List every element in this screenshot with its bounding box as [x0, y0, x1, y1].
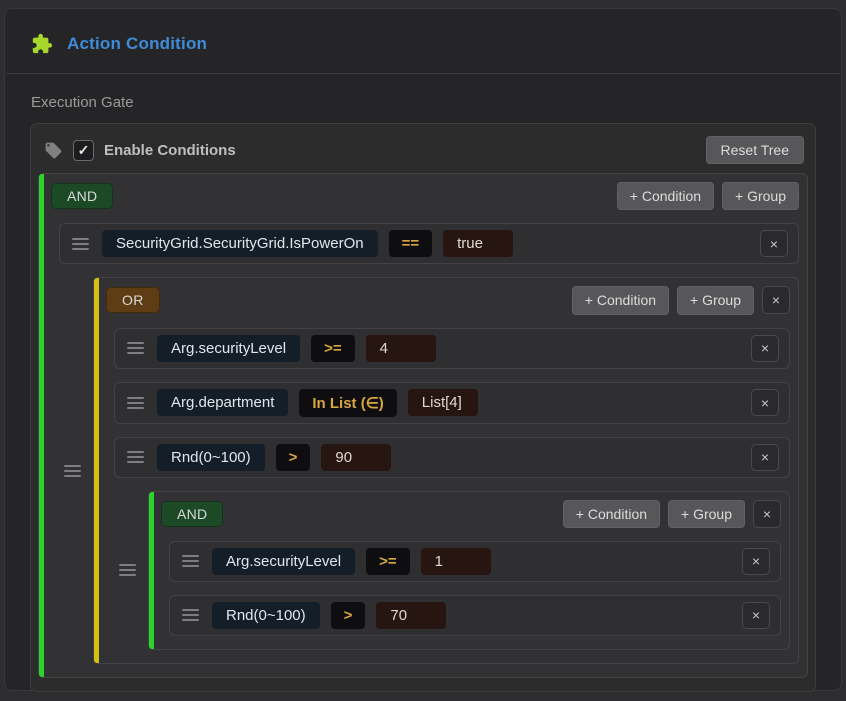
condition-lhs-field[interactable]: Arg.securityLevel — [157, 335, 300, 362]
condition-lhs-field[interactable]: Rnd(0~100) — [157, 444, 265, 471]
add-condition-button[interactable]: + Condition — [617, 182, 714, 210]
add-group-button[interactable]: + Group — [722, 182, 799, 210]
puzzle-icon — [31, 33, 53, 55]
group-color-bar — [94, 278, 99, 662]
condition-lhs-field[interactable]: Arg.department — [157, 389, 288, 416]
group-header: OR + Condition + Group × — [94, 278, 798, 314]
drag-handle-icon[interactable] — [180, 607, 201, 623]
add-group-button[interactable]: + Group — [677, 286, 754, 314]
condition-row: SecurityGrid.SecurityGrid.IsPowerOn == t… — [59, 223, 799, 264]
condition-lhs-field[interactable]: Arg.securityLevel — [212, 548, 355, 575]
remove-condition-button[interactable]: × — [742, 548, 770, 575]
condition-rhs-field[interactable]: 70 — [376, 602, 446, 629]
group-header: AND + Condition + Group × — [149, 492, 789, 528]
drag-handle-icon[interactable] — [180, 553, 201, 569]
condition-operator-dropdown[interactable]: > — [276, 444, 311, 471]
add-condition-button[interactable]: + Condition — [563, 500, 660, 528]
condition-row: Rnd(0~100) > 90 × — [114, 437, 790, 478]
group-operator-badge[interactable]: AND — [161, 501, 223, 527]
execution-gate-box: ✓ Enable Conditions Reset Tree AND + Con… — [30, 123, 816, 692]
group-children: Arg.securityLevel >= 4 × Arg.department … — [94, 315, 798, 663]
group-row: OR + Condition + Group × Arg.securityLev… — [59, 277, 799, 663]
drag-handle-icon[interactable] — [70, 236, 91, 252]
inspector-panel: Action Condition Execution Gate ✓ Enable… — [4, 8, 842, 691]
remove-condition-button[interactable]: × — [742, 602, 770, 629]
condition-operator-dropdown[interactable]: >= — [311, 335, 355, 362]
condition-rhs-field[interactable]: 1 — [421, 548, 491, 575]
condition-operator-dropdown[interactable]: == — [389, 230, 433, 257]
condition-lhs-field[interactable]: SecurityGrid.SecurityGrid.IsPowerOn — [102, 230, 378, 257]
condition-rhs-field[interactable]: 90 — [321, 444, 391, 471]
group-color-bar — [149, 492, 154, 649]
remove-condition-button[interactable]: × — [760, 230, 788, 257]
drag-handle-icon[interactable] — [125, 449, 146, 465]
condition-rhs-field[interactable]: true — [443, 230, 513, 257]
group-handle-column — [114, 562, 141, 578]
condition-operator-dropdown[interactable]: > — [331, 602, 366, 629]
drag-handle-icon[interactable] — [125, 395, 146, 411]
remove-group-button[interactable]: × — [762, 286, 790, 314]
condition-row: Arg.securityLevel >= 1 × — [169, 541, 781, 582]
tag-icon — [44, 141, 63, 160]
group-handle-column — [59, 463, 86, 479]
condition-rhs-field[interactable]: List[4] — [408, 389, 478, 416]
section-label: Execution Gate — [5, 74, 841, 123]
add-condition-button[interactable]: + Condition — [572, 286, 669, 314]
drag-handle-icon[interactable] — [117, 562, 138, 578]
remove-condition-button[interactable]: × — [751, 335, 779, 362]
condition-operator-dropdown[interactable]: In List (∈) — [299, 389, 396, 417]
condition-group-root: AND + Condition + Group SecurityGrid.Sec… — [38, 173, 808, 678]
reset-tree-button[interactable]: Reset Tree — [706, 136, 804, 164]
group-header: AND + Condition + Group — [39, 174, 807, 210]
check-icon: ✓ — [78, 143, 90, 157]
enable-conditions-label: Enable Conditions — [104, 142, 236, 159]
remove-condition-button[interactable]: × — [751, 444, 779, 471]
group-operator-badge[interactable]: OR — [106, 287, 160, 313]
gate-header: ✓ Enable Conditions Reset Tree — [38, 131, 808, 173]
condition-group-nested-and: AND + Condition + Group × — [148, 491, 790, 650]
condition-rhs-field[interactable]: 4 — [366, 335, 436, 362]
group-operator-badge[interactable]: AND — [51, 183, 113, 209]
add-group-button[interactable]: + Group — [668, 500, 745, 528]
condition-operator-dropdown[interactable]: >= — [366, 548, 410, 575]
drag-handle-icon[interactable] — [62, 463, 83, 479]
condition-row: Arg.securityLevel >= 4 × — [114, 328, 790, 369]
group-children: SecurityGrid.SecurityGrid.IsPowerOn == t… — [39, 210, 807, 676]
remove-group-button[interactable]: × — [753, 500, 781, 528]
condition-lhs-field[interactable]: Rnd(0~100) — [212, 602, 320, 629]
component-header: Action Condition — [5, 9, 841, 73]
condition-row: Rnd(0~100) > 70 × — [169, 595, 781, 636]
condition-row: Arg.department In List (∈) List[4] × — [114, 382, 790, 424]
condition-group-or: OR + Condition + Group × Arg.securityLev… — [93, 277, 799, 663]
group-color-bar — [39, 174, 44, 677]
remove-condition-button[interactable]: × — [751, 389, 779, 416]
drag-handle-icon[interactable] — [125, 340, 146, 356]
group-children: Arg.securityLevel >= 1 × — [149, 528, 789, 649]
component-title: Action Condition — [67, 34, 207, 54]
enable-conditions-checkbox[interactable]: ✓ — [73, 140, 94, 161]
group-row: AND + Condition + Group × — [114, 491, 790, 650]
